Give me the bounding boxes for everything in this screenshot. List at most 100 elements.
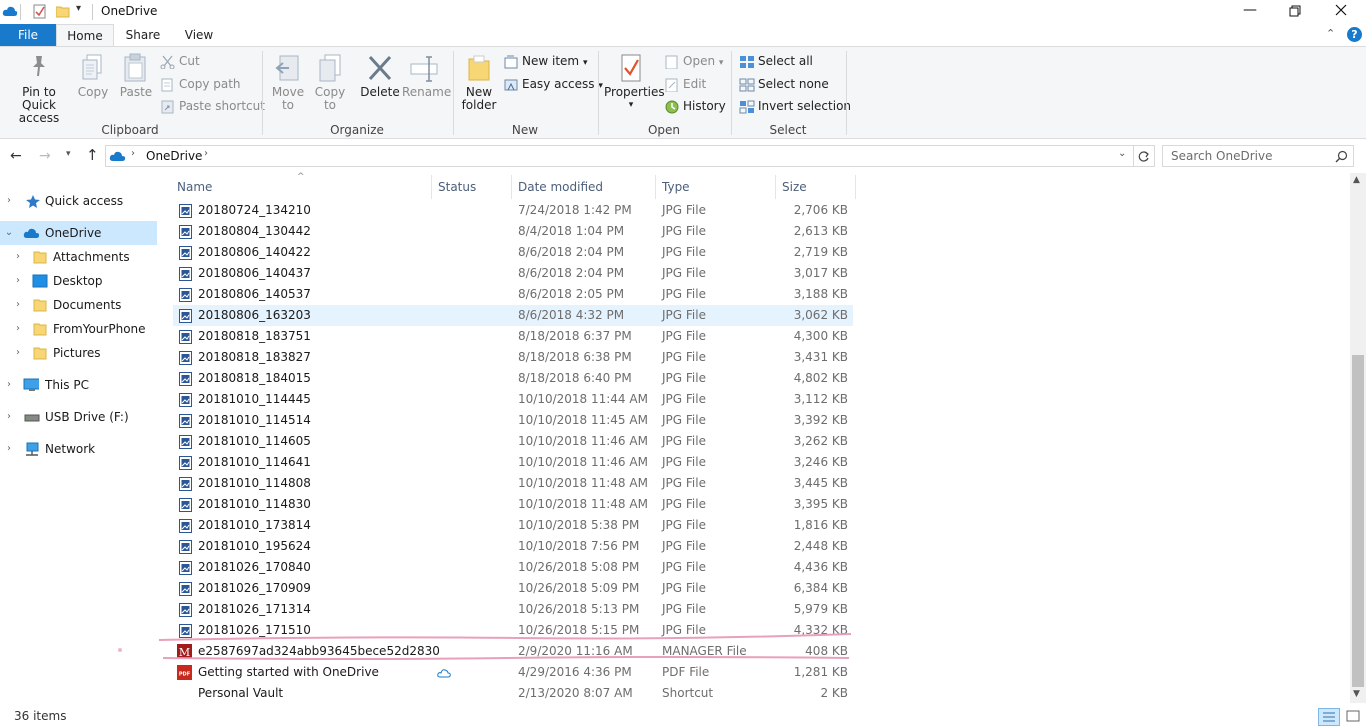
nav-item-pictures[interactable]: › Pictures [0,341,157,365]
new-folder-button[interactable]: New folder [460,53,498,112]
expand-chevron-icon[interactable]: › [13,269,23,293]
properties-button[interactable]: Properties ▾ [604,53,665,112]
column-divider[interactable] [775,175,776,199]
copy-to-button[interactable]: Copy to [312,53,348,112]
collapse-ribbon-icon[interactable]: ⌃ [1326,27,1335,40]
new-folder-quick-icon[interactable] [56,5,70,18]
tab-share[interactable]: Share [118,24,168,46]
file-date-modified: 8/6/2018 4:32 PM [518,308,625,322]
move-to-button[interactable]: Move to [270,53,306,112]
table-row[interactable]: 20180724_134210 7/24/2018 1:42 PM JPG File… [173,200,853,221]
table-row[interactable]: 20181010_114830 10/10/2018 11:48 AM JPG Fi… [173,494,853,515]
back-arrow-icon[interactable]: ← [10,148,22,164]
address-dropdown-icon[interactable]: ⌄ [1118,148,1126,159]
open-button[interactable]: Open ▾ [664,51,723,71]
breadcrumb-onedrive[interactable]: OneDrive [146,149,202,163]
properties-quick-icon[interactable] [33,4,47,19]
forward-arrow-icon[interactable]: → [39,148,51,164]
tab-view[interactable]: View [174,24,224,46]
table-row[interactable]: 20181010_114808 10/10/2018 11:48 AM JPG Fi… [173,473,853,494]
paste-button[interactable]: Paste [118,53,154,99]
nav-item-usb-drive[interactable]: › USB Drive (F:) [0,405,157,429]
expand-chevron-icon[interactable]: › [13,317,23,341]
vertical-scrollbar[interactable]: ▲ ▼ [1350,173,1366,703]
table-row[interactable]: 20180806_163203 8/6/2018 4:32 PM JPG File 3… [173,305,853,326]
scroll-up-arrow-icon[interactable]: ▲ [1353,175,1360,185]
table-row[interactable]: 20181010_114514 10/10/2018 11:45 AM JPG Fi… [173,410,853,431]
table-row[interactable]: 20181026_171314 10/26/2018 5:13 PM JPG Fil… [173,599,853,620]
nav-item-onedrive[interactable]: ⌄ OneDrive [0,221,157,245]
recent-locations-chevron-icon[interactable]: ▾ [66,149,71,159]
table-row[interactable]: 20181010_195624 10/10/2018 7:56 PM JPG Fil… [173,536,853,557]
search-input[interactable]: Search OneDrive [1162,145,1354,167]
new-item-button[interactable]: New item ▾ [503,51,587,71]
expand-chevron-icon[interactable]: › [4,373,14,397]
delete-button[interactable]: Delete [360,53,400,99]
copy-button[interactable]: Copy [76,53,110,99]
column-header-type[interactable]: Type [662,179,690,195]
breadcrumb-chevron-icon[interactable]: › [204,148,208,159]
nav-item-documents[interactable]: › Documents [0,293,157,317]
table-row[interactable]: 20180806_140422 8/6/2018 2:04 PM JPG File 2… [173,242,853,263]
paste-shortcut-button[interactable]: Paste shortcut [160,96,265,116]
nav-item-this-pc[interactable]: › This PC [0,373,157,397]
expand-chevron-icon[interactable]: › [13,293,23,317]
invert-selection-button[interactable]: Invert selection [739,96,851,116]
table-row[interactable]: 20181010_114641 10/10/2018 11:46 AM JPG Fi… [173,452,853,473]
tab-file[interactable]: File [0,24,56,46]
collapse-chevron-icon[interactable]: ⌄ [4,221,14,245]
nav-item-desktop[interactable]: › Desktop [0,269,157,293]
minimize-button[interactable]: — [1234,2,1266,22]
column-divider[interactable] [511,175,512,199]
select-none-button[interactable]: Select none [739,74,829,94]
table-row[interactable]: 20181010_114445 10/10/2018 11:44 AM JPG Fi… [173,389,853,410]
select-all-button[interactable]: Select all [739,51,813,71]
table-row[interactable]: 20180818_183751 8/18/2018 6:37 PM JPG File… [173,326,853,347]
up-arrow-icon[interactable]: ↑ [86,146,99,164]
cut-button[interactable]: Cut [160,51,200,71]
history-button[interactable]: History [664,96,726,116]
rename-button[interactable]: Rename [402,53,451,99]
copy-path-button[interactable]: Copy path [160,74,241,94]
expand-chevron-icon[interactable]: › [13,245,23,269]
table-row[interactable]: 20180806_140537 8/6/2018 2:05 PM JPG File 3… [173,284,853,305]
help-icon[interactable]: ? [1347,27,1362,42]
tab-home[interactable]: Home [56,24,114,47]
column-header-name[interactable]: Name [177,179,212,195]
edit-button[interactable]: Edit [664,74,706,94]
address-bar[interactable]: › OneDrive › ⌄ [105,145,1155,167]
easy-access-button[interactable]: Easy access ▾ [503,74,603,94]
table-row[interactable]: 20181010_114605 10/10/2018 11:46 AM JPG Fi… [173,431,853,452]
scroll-down-arrow-icon[interactable]: ▼ [1353,689,1360,699]
expand-chevron-icon[interactable]: › [4,405,14,429]
expand-chevron-icon[interactable]: › [13,341,23,365]
nav-item-fromyourphone[interactable]: › FromYourPhone [0,317,157,341]
table-row[interactable]: 20181026_170840 10/26/2018 5:08 PM JPG Fil… [173,557,853,578]
large-icons-view-button[interactable] [1344,708,1364,726]
nav-item-network[interactable]: › Network [0,437,157,461]
column-header-status[interactable]: Status [438,179,476,195]
details-view-button[interactable] [1318,708,1340,726]
chevron-down-icon[interactable]: ▾ [76,3,81,14]
column-divider[interactable] [655,175,656,199]
table-row[interactable]: 20180804_130442 8/4/2018 1:04 PM JPG File 2… [173,221,853,242]
column-divider[interactable] [431,175,432,199]
column-header-size[interactable]: Size [782,179,807,195]
column-header-date-modified[interactable]: Date modified [518,179,603,195]
pin-to-quick-access-button[interactable]: Pin to Quick access [4,53,74,125]
table-row[interactable]: 20181026_170909 10/26/2018 5:09 PM JPG Fil… [173,578,853,599]
table-row[interactable]: Personal Vault 2/13/2020 8:07 AM Shortcut 2… [173,683,853,704]
table-row[interactable]: 20181010_173814 10/10/2018 5:38 PM JPG Fil… [173,515,853,536]
table-row[interactable]: 20180818_183827 8/18/2018 6:38 PM JPG File… [173,347,853,368]
nav-item-quick-access[interactable]: › Quick access [0,189,157,213]
close-button[interactable] [1335,4,1347,16]
table-row[interactable]: 20180806_140437 8/6/2018 2:04 PM JPG File 3… [173,263,853,284]
table-row[interactable]: 20180818_184015 8/18/2018 6:40 PM JPG File… [173,368,853,389]
column-divider[interactable] [855,175,856,199]
restore-button[interactable] [1289,5,1301,17]
refresh-icon[interactable] [1137,150,1150,163]
scrollbar-thumb[interactable] [1352,355,1364,687]
nav-item-attachments[interactable]: › Attachments [0,245,157,269]
expand-chevron-icon[interactable]: › [4,189,14,213]
expand-chevron-icon[interactable]: › [4,437,14,461]
